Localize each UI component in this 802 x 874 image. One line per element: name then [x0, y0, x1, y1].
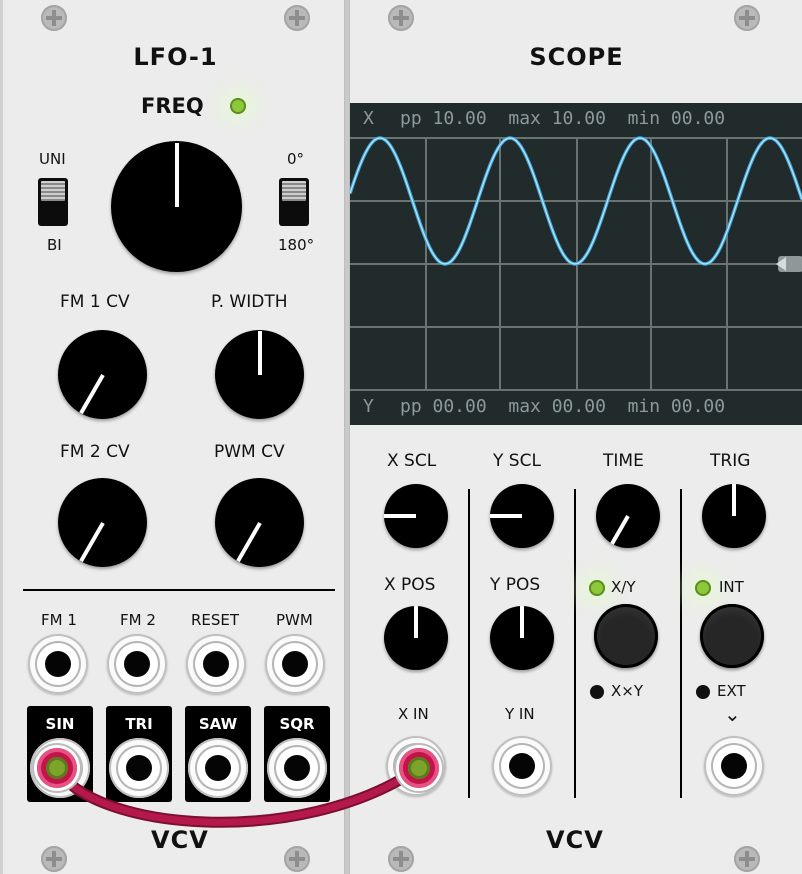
sqr-output-label: SQR	[279, 715, 315, 733]
uni-label: UNI	[39, 150, 66, 168]
xy-mode-button[interactable]	[594, 604, 658, 668]
screw-icon	[41, 846, 67, 872]
phase-switch[interactable]	[279, 178, 309, 226]
input-label-pwm: PWM	[276, 611, 313, 629]
y-scale-knob[interactable]	[490, 484, 554, 548]
external-trigger-jack[interactable]	[704, 736, 764, 796]
internal-trigger-led	[695, 580, 711, 596]
external-trigger-led	[696, 685, 710, 699]
external-trigger-label: EXT	[717, 682, 746, 700]
freq-knob[interactable]	[111, 141, 242, 272]
time-knob[interactable]	[596, 484, 660, 548]
pwidth-label: P. WIDTH	[211, 292, 288, 312]
scope-module-panel: SCOPE X pp 10.00 max 10.00 min 00.00 Y p…	[349, 0, 802, 874]
fm2-cv-knob[interactable]	[58, 478, 147, 567]
x-channel-label: X	[363, 108, 374, 129]
section-divider	[23, 589, 335, 591]
xy-mode-led	[589, 580, 605, 596]
vcv-logo: VCV	[151, 826, 209, 854]
reset-input-jack[interactable]	[186, 634, 246, 694]
fm2-cv-label: FM 2 CV	[60, 442, 130, 462]
screw-icon	[284, 846, 310, 872]
fm1-input-jack[interactable]	[28, 634, 88, 694]
trigger-level-knob[interactable]	[702, 484, 766, 548]
cable-plug-x-in[interactable]	[399, 748, 439, 788]
input-label-reset: RESET	[191, 611, 240, 629]
saw-output-box: SAW	[185, 706, 251, 802]
x-position-knob[interactable]	[384, 606, 448, 670]
trigger-source-button[interactable]	[700, 604, 764, 668]
sqr-output-jack[interactable]	[267, 738, 327, 798]
freq-led	[230, 98, 246, 114]
uni-bi-switch[interactable]	[38, 178, 68, 226]
fm1-cv-label: FM 1 CV	[60, 292, 130, 312]
module-title: LFO-1	[133, 43, 218, 71]
sin-output-label: SIN	[45, 715, 75, 733]
cable-plug-sin[interactable]	[37, 748, 77, 788]
tri-output-box: TRI	[106, 706, 172, 802]
xxy-mode-led	[590, 685, 604, 699]
pwm-input-jack[interactable]	[265, 634, 325, 694]
y-input-jack[interactable]	[492, 736, 552, 796]
tri-output-jack[interactable]	[109, 738, 169, 798]
trigger-marker-icon	[776, 256, 802, 272]
xy-mode-label: X/Y	[611, 578, 636, 596]
trig-label: TRIG	[710, 451, 751, 471]
screw-icon	[284, 5, 310, 31]
chevron-down-icon: ⌄	[724, 702, 741, 726]
saw-output-jack[interactable]	[188, 738, 248, 798]
internal-trigger-label: INT	[719, 578, 744, 596]
column-divider	[680, 489, 682, 798]
screw-icon	[734, 846, 760, 872]
column-divider	[468, 489, 470, 798]
y-position-knob[interactable]	[490, 606, 554, 670]
scope-grid	[350, 136, 802, 391]
input-label-fm2: FM 2	[120, 611, 156, 629]
column-divider	[574, 489, 576, 798]
xxy-mode-label: X×Y	[611, 682, 644, 700]
saw-output-label: SAW	[198, 715, 238, 733]
freq-label: FREQ	[141, 94, 204, 118]
y-input-label: Y IN	[505, 705, 535, 723]
fm1-cv-knob[interactable]	[58, 330, 147, 419]
pulse-width-knob[interactable]	[215, 330, 304, 419]
input-label-fm1: FM 1	[41, 611, 77, 629]
screw-icon	[388, 846, 414, 872]
screw-icon	[41, 5, 67, 31]
phase-0-label: 0°	[287, 150, 305, 168]
x-scale-knob[interactable]	[384, 484, 448, 548]
y-channel-label: Y	[363, 396, 374, 417]
y-scale-label: Y SCL	[493, 451, 541, 471]
screw-icon	[388, 5, 414, 31]
phase-180-label: 180°	[278, 236, 315, 254]
pwm-cv-label: PWM CV	[214, 442, 285, 462]
fm2-input-jack[interactable]	[107, 634, 167, 694]
y-channel-stats: pp 00.00 max 00.00 min 00.00	[400, 396, 726, 417]
screw-icon	[734, 5, 760, 31]
bi-label: BI	[47, 236, 62, 254]
sqr-output-box: SQR	[264, 706, 330, 802]
lfo-module-panel: LFO-1 FREQ UNI BI 0° 180° FM 1 CV P. WID…	[0, 0, 345, 874]
x-scale-label: X SCL	[387, 451, 437, 471]
y-position-label: Y POS	[490, 575, 541, 595]
time-label: TIME	[603, 451, 644, 471]
pwm-cv-knob[interactable]	[215, 478, 304, 567]
module-title: SCOPE	[529, 43, 624, 71]
x-position-label: X POS	[384, 575, 436, 595]
x-channel-stats: pp 10.00 max 10.00 min 00.00	[400, 108, 726, 129]
tri-output-label: TRI	[125, 715, 153, 733]
x-input-label: X IN	[398, 705, 429, 723]
vcv-logo: VCV	[546, 826, 604, 854]
scope-display: X pp 10.00 max 10.00 min 00.00 Y pp 00.0…	[350, 103, 802, 425]
